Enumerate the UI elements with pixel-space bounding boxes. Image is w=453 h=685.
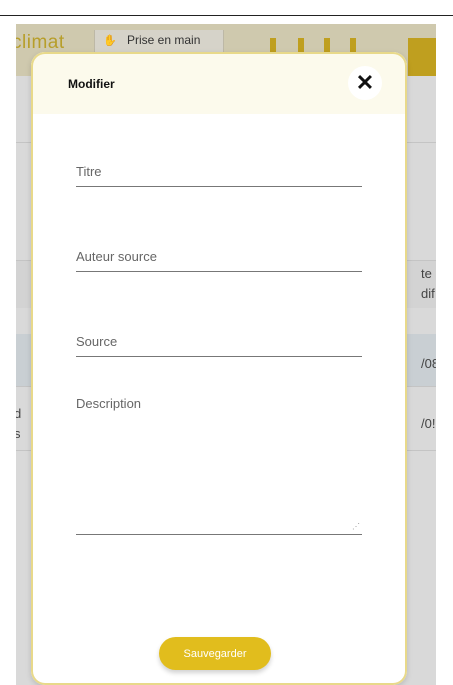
background-text: d bbox=[16, 406, 22, 421]
title-underline bbox=[76, 186, 362, 187]
hand-icon: ✋ bbox=[103, 35, 117, 47]
edit-modal: Modifier ✕ Titre Auteur source Source De… bbox=[31, 52, 407, 685]
source-label: Source bbox=[76, 334, 118, 349]
background-tab-label: Prise en main bbox=[127, 33, 201, 47]
title-field[interactable]: Titre bbox=[76, 164, 362, 188]
description-label: Description bbox=[76, 396, 142, 411]
background-text: s bbox=[16, 426, 21, 441]
background-text: dif bbox=[421, 286, 435, 301]
author-underline bbox=[76, 271, 362, 272]
top-divider bbox=[0, 15, 453, 16]
title-label: Titre bbox=[76, 164, 102, 179]
modal-header: Modifier ✕ bbox=[31, 52, 407, 114]
background-tab-climat: climat bbox=[16, 32, 65, 53]
source-field[interactable]: Source bbox=[76, 334, 362, 358]
author-label: Auteur source bbox=[76, 249, 157, 264]
background-text: /08 bbox=[421, 356, 436, 371]
background-text: te bbox=[421, 266, 432, 281]
close-button[interactable]: ✕ bbox=[348, 66, 382, 100]
description-underline bbox=[76, 534, 362, 535]
resize-grip-icon[interactable]: ⋰ bbox=[352, 522, 360, 531]
close-icon: ✕ bbox=[355, 70, 375, 95]
author-field[interactable]: Auteur source bbox=[76, 249, 362, 273]
source-underline bbox=[76, 356, 362, 357]
background-accent bbox=[408, 38, 436, 76]
description-field[interactable]: Description ⋰ bbox=[76, 396, 362, 536]
save-button[interactable]: Sauvegarder bbox=[159, 637, 271, 670]
background-text: /0! bbox=[421, 416, 436, 431]
modal-title: Modifier bbox=[68, 77, 115, 91]
